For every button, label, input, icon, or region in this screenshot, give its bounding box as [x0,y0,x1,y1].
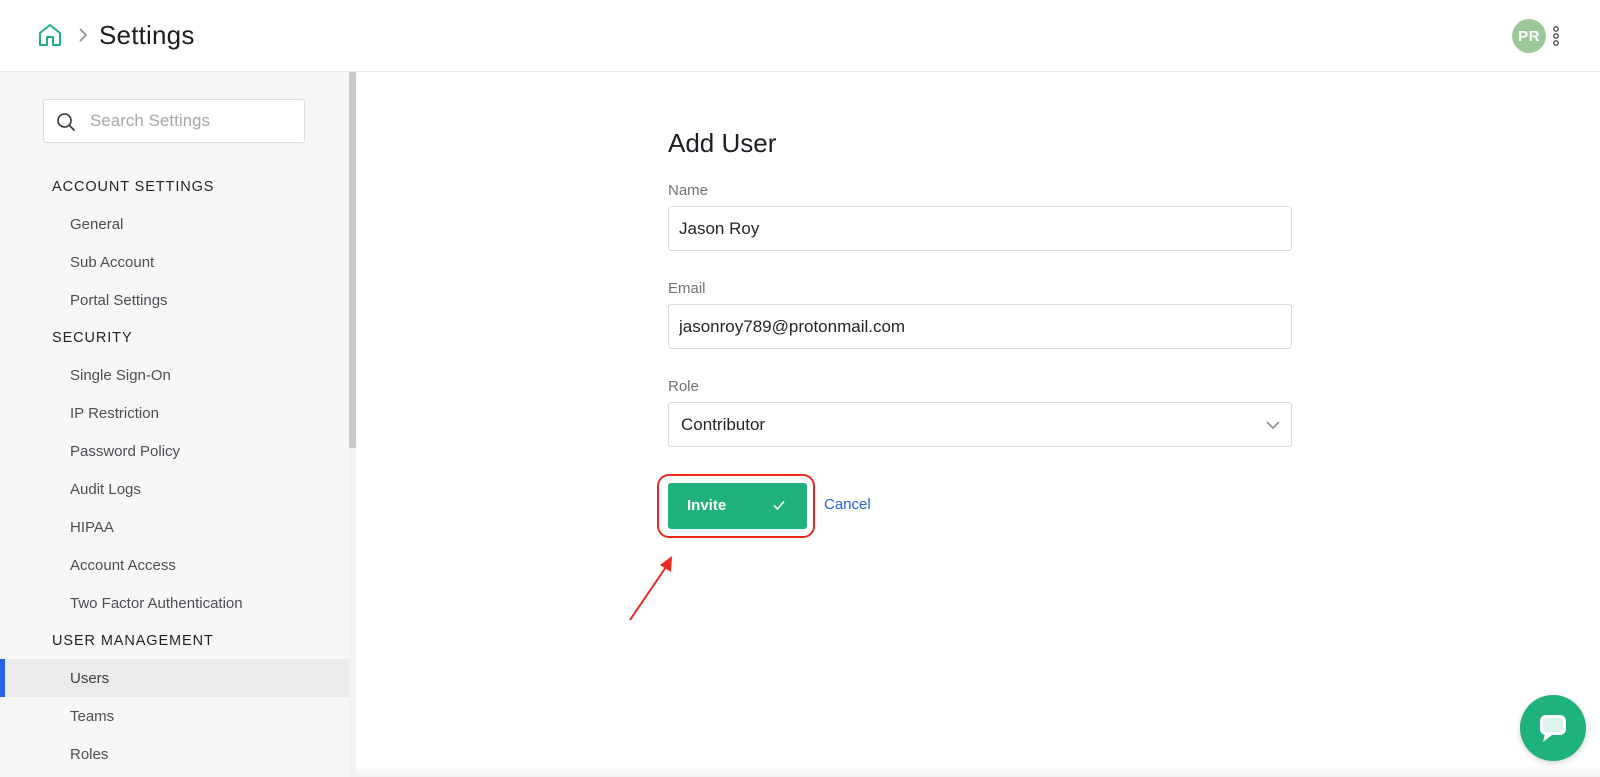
email-label: Email [668,280,706,297]
chat-widget-button[interactable] [1520,695,1586,761]
search-icon [57,113,75,131]
role-select[interactable]: Contributor [668,402,1292,447]
search-box[interactable] [43,99,305,143]
avatar-initials: PR [1518,27,1540,45]
sidebar-item-label: General [70,215,124,233]
top-header: Settings PR [0,0,1600,72]
invite-button-label: Invite [687,497,727,514]
page-title: Settings [99,20,195,50]
avatar[interactable]: PR [1512,19,1546,53]
sidebar-item-password-policy[interactable]: Password Policy [0,432,350,470]
sidebar-item-roles[interactable]: Roles [0,735,350,773]
sidebar-item-users[interactable]: Users [0,659,350,697]
sidebar-item-audit-logs[interactable]: Audit Logs [0,470,350,508]
sidebar-item-general[interactable]: General [0,205,350,243]
sidebar-item-label: Teams [70,707,115,725]
sidebar-item-hipaa[interactable]: HIPAA [0,508,350,546]
chevron-down-icon [1266,421,1280,430]
sidebar-item-teams[interactable]: Teams [0,697,350,735]
section-heading-security: SECURITY [52,330,133,346]
sidebar-item-label: IP Restriction [70,404,159,422]
chat-bubble-icon [1540,715,1566,742]
role-select-value: Contributor [681,415,766,434]
sidebar-item-label: Audit Logs [70,480,141,498]
name-field[interactable] [668,206,1292,251]
sidebar-item-label: Single Sign-On [70,366,171,384]
role-label: Role [668,378,699,395]
name-label: Name [668,182,709,199]
email-field[interactable] [668,304,1292,349]
search-input[interactable] [88,106,298,136]
cancel-link[interactable]: Cancel [824,496,871,513]
sidebar-item-ip-restriction[interactable]: IP Restriction [0,394,350,432]
sidebar-item-label: Sub Account [70,253,155,271]
sidebar-item-two-factor-authentication[interactable]: Two Factor Authentication [0,584,350,622]
sidebar-item-portal-settings[interactable]: Portal Settings [0,281,350,319]
sidebar-item-sub-account[interactable]: Sub Account [0,243,350,281]
check-icon [773,500,785,511]
sidebar-item-label: Two Factor Authentication [70,594,243,612]
sidebar-item-label: Portal Settings [70,291,168,309]
sidebar-item-account-access[interactable]: Account Access [0,546,350,584]
form-title: Add User [668,128,777,158]
settings-sidebar: ACCOUNT SETTINGS General Sub Account Por… [0,72,350,777]
sidebar-item-label: HIPAA [70,518,114,536]
invite-button[interactable]: Invite [668,483,807,529]
sidebar-item-label: Roles [70,745,109,763]
sidebar-item-single-sign-on[interactable]: Single Sign-On [0,356,350,394]
bottom-edge-shadow [356,765,1600,777]
section-heading-account-settings: ACCOUNT SETTINGS [52,179,215,195]
sidebar-item-label: Users [70,669,110,687]
section-heading-user-management: USER MANAGEMENT [52,633,214,649]
kebab-icon[interactable] [1552,25,1560,47]
chevron-right-icon [79,28,88,42]
annotation-arrow-icon [629,556,672,621]
sidebar-item-label: Account Access [70,556,176,574]
home-icon[interactable] [37,22,63,48]
sidebar-item-label: Password Policy [70,442,181,460]
sidebar-scrollbar-thumb[interactable] [349,72,356,448]
